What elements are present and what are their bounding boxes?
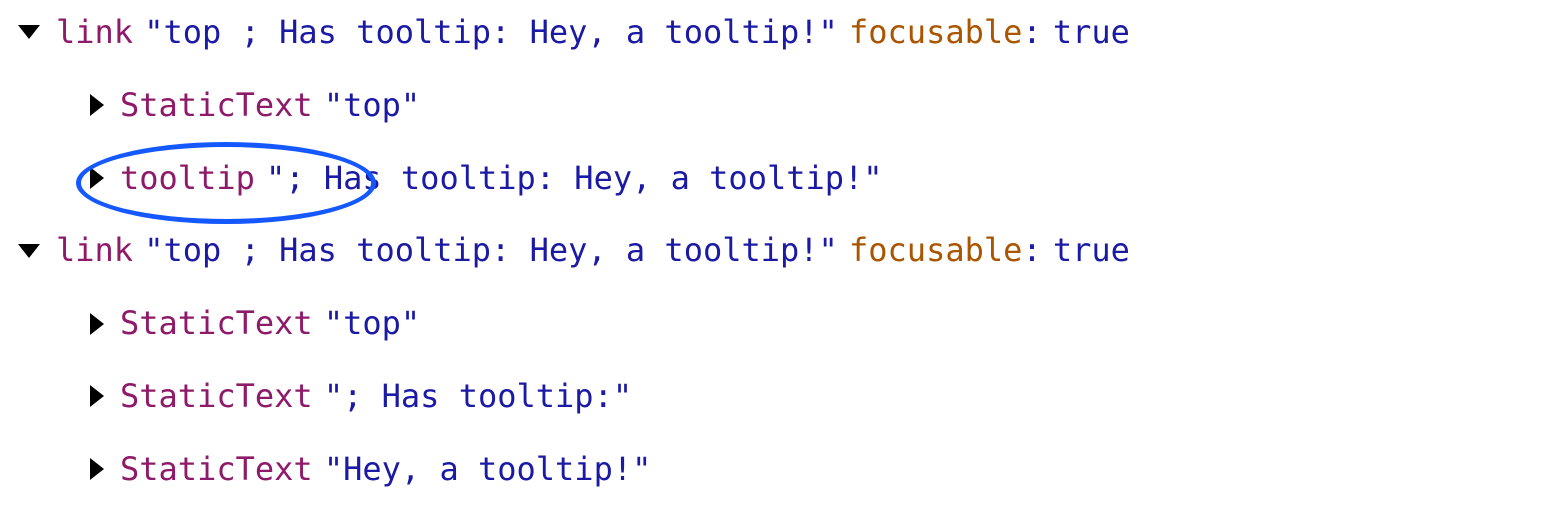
property-name: focusable bbox=[849, 228, 1022, 273]
disclosure-triangle-closed-icon[interactable] bbox=[90, 94, 104, 116]
property-value: true bbox=[1053, 10, 1130, 55]
accessible-name: "top ; Has tooltip: Hey, a tooltip!" bbox=[144, 10, 838, 55]
property-colon: : bbox=[1022, 228, 1041, 273]
disclosure-triangle-closed-icon[interactable] bbox=[90, 313, 104, 335]
accessible-name: "Hey, a tooltip!" bbox=[324, 447, 652, 492]
tree-row-static-text-2[interactable]: StaticText "top" bbox=[18, 301, 1544, 346]
tree-row-link-2[interactable]: link "top ; Has tooltip: Hey, a tooltip!… bbox=[18, 228, 1544, 273]
accessible-name: "; Has tooltip:" bbox=[324, 374, 632, 419]
role-label: link bbox=[56, 228, 133, 273]
tree-row-static-text-4[interactable]: StaticText "Hey, a tooltip!" bbox=[18, 447, 1544, 492]
tree-row-static-text-1[interactable]: StaticText "top" bbox=[18, 83, 1544, 128]
accessibility-tree: link "top ; Has tooltip: Hey, a tooltip!… bbox=[0, 0, 1554, 502]
accessible-name: "top" bbox=[324, 301, 420, 346]
role-label: StaticText bbox=[120, 83, 313, 128]
tree-row-static-text-3[interactable]: StaticText "; Has tooltip:" bbox=[18, 374, 1544, 419]
role-label: StaticText bbox=[120, 374, 313, 419]
accessible-name: "top ; Has tooltip: Hey, a tooltip!" bbox=[144, 228, 838, 273]
role-label: link bbox=[56, 10, 133, 55]
accessible-name: "top" bbox=[324, 83, 420, 128]
role-label: StaticText bbox=[120, 447, 313, 492]
disclosure-triangle-closed-icon[interactable] bbox=[90, 385, 104, 407]
accessible-name: "; Has tooltip: Hey, a tooltip!" bbox=[266, 156, 883, 201]
tree-row-link-1[interactable]: link "top ; Has tooltip: Hey, a tooltip!… bbox=[18, 10, 1544, 55]
disclosure-triangle-closed-icon[interactable] bbox=[90, 458, 104, 480]
disclosure-triangle-open-icon[interactable] bbox=[18, 244, 40, 258]
role-label: StaticText bbox=[120, 301, 313, 346]
property-name: focusable bbox=[849, 10, 1022, 55]
tree-row-tooltip[interactable]: tooltip "; Has tooltip: Hey, a tooltip!" bbox=[18, 156, 1544, 201]
role-label: tooltip bbox=[120, 156, 255, 201]
property-colon: : bbox=[1022, 10, 1041, 55]
disclosure-triangle-open-icon[interactable] bbox=[18, 25, 40, 39]
property-value: true bbox=[1053, 228, 1130, 273]
disclosure-triangle-closed-icon[interactable] bbox=[90, 167, 104, 189]
